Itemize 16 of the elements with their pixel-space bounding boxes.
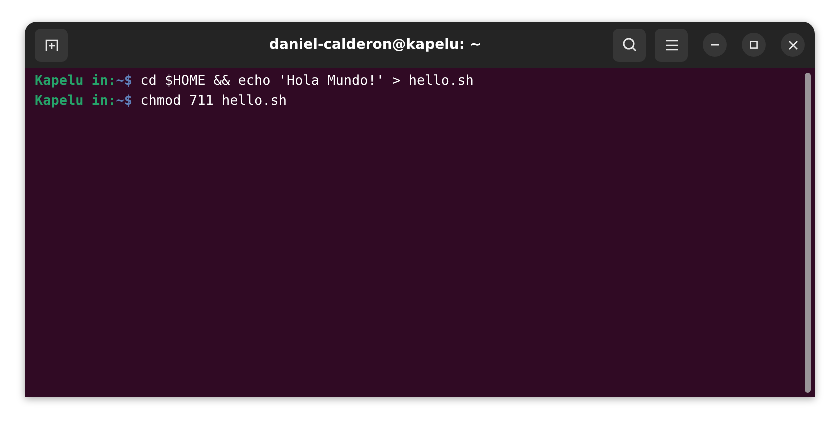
maximize-icon (750, 41, 758, 49)
minimize-button[interactable] (703, 33, 727, 57)
search-icon (622, 37, 638, 53)
menu-icon (666, 40, 678, 50)
search-button[interactable] (613, 28, 646, 62)
window-title: daniel-calderon@kapelu: ~ (268, 37, 483, 53)
minimize-icon (711, 44, 719, 46)
scrollbar[interactable] (805, 73, 811, 393)
close-icon (788, 40, 798, 50)
new-tab-icon (44, 38, 58, 52)
menu-button[interactable] (655, 28, 688, 62)
close-button[interactable] (781, 33, 805, 57)
terminal-line: Kapelu in:~$ chmod 711 hello.sh (35, 92, 288, 111)
terminal-line: Kapelu in:~$ cd $HOME && echo 'Hola Mundo!' > hello.sh (35, 72, 475, 91)
new-tab-button[interactable] (35, 28, 68, 62)
maximize-button[interactable] (742, 33, 766, 57)
